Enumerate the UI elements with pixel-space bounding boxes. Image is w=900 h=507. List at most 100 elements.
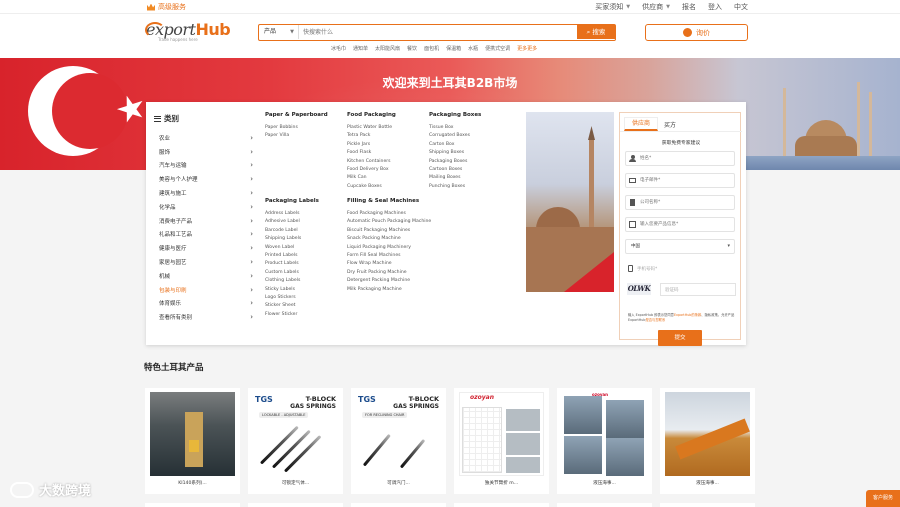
login-link[interactable]: 登入: [708, 2, 722, 12]
submenu-link[interactable]: Liquid Packaging Machinery: [347, 244, 432, 252]
premium-service-link[interactable]: 高级服务: [147, 2, 186, 12]
name-field[interactable]: [625, 151, 735, 166]
company-input[interactable]: [640, 199, 730, 207]
product-card[interactable]: ozoyan 液压海事...: [557, 388, 652, 494]
hot-search-link[interactable]: 通知单: [353, 45, 368, 52]
submenu-link[interactable]: Paper Villa: [265, 132, 345, 140]
submenu-link[interactable]: Dry Fruit Packing Machine: [347, 269, 432, 277]
submenu-link[interactable]: Corrugated Boxes: [429, 132, 509, 140]
submenu-link[interactable]: Mailing Boxes: [429, 174, 509, 182]
product-card[interactable]: TGS T-BLOCK GAS SPRINGS LOCKABLE - ADJUS…: [248, 388, 343, 494]
customer-service-button[interactable]: 客户服务: [866, 490, 900, 507]
product-card[interactable]: ozoyan 独关节臂折 m...: [454, 388, 549, 494]
submenu-link[interactable]: Sticker Sheet: [265, 302, 345, 310]
submenu-link[interactable]: Milk Packaging Machine: [347, 286, 432, 294]
hot-search-link[interactable]: 餐饮: [407, 45, 417, 52]
supplier-menu[interactable]: 供应商 ▼: [642, 2, 670, 12]
phone-field[interactable]: 手机号码*: [628, 265, 657, 272]
submenu-link[interactable]: Detergent Packing Machine: [347, 277, 432, 285]
category-item-beauty[interactable]: 美容与个人护理 ›: [159, 172, 253, 186]
terms-link[interactable]: ExportHub的条款: [674, 313, 701, 317]
submenu-link[interactable]: Food Delivery Box: [347, 166, 432, 174]
hot-search-link[interactable]: 水瓶: [468, 45, 478, 52]
exporthub-logo[interactable]: exportHub Trade happens here: [145, 20, 231, 50]
country-select[interactable]: 中国 ▾: [625, 239, 735, 254]
company-field[interactable]: [625, 195, 735, 210]
hot-search-link[interactable]: 太阳能风扇: [375, 45, 400, 52]
hot-search-link[interactable]: 面包机: [424, 45, 439, 52]
tab-buyer[interactable]: 买方: [664, 120, 676, 129]
category-item-apparel[interactable]: 服饰 ›: [159, 145, 253, 159]
name-input[interactable]: [640, 155, 730, 163]
submenu-heading[interactable]: Filling & Seal Machines: [347, 198, 432, 204]
search-input[interactable]: [303, 26, 573, 38]
submenu-link[interactable]: Tetra Pack: [347, 132, 432, 140]
submenu-link[interactable]: Form Fill Seal Machines: [347, 252, 432, 260]
request-quote-button[interactable]: 询价: [645, 24, 748, 41]
submenu-link[interactable]: Address Labels: [265, 210, 345, 218]
submenu-link[interactable]: Shipping Boxes: [429, 149, 509, 157]
category-item-chemicals[interactable]: 化学品 ›: [159, 200, 253, 214]
product-card[interactable]: KI140系列(...: [145, 388, 240, 494]
submenu-link[interactable]: Tissue Box: [429, 124, 509, 132]
submenu-link[interactable]: Sticky Labels: [265, 286, 345, 294]
category-item-agriculture[interactable]: 农业 ›: [159, 131, 253, 145]
submenu-link[interactable]: Product Labels: [265, 260, 345, 268]
category-item-construction[interactable]: 建筑与施工 ›: [159, 186, 253, 200]
hot-search-link[interactable]: 保温箱: [446, 45, 461, 52]
submenu-link[interactable]: Cupcake Boxes: [347, 183, 432, 191]
submenu-link[interactable]: Packaging Boxes: [429, 158, 509, 166]
submenu-link[interactable]: Printed Labels: [265, 252, 345, 260]
submenu-link[interactable]: Cartoon Boxes: [429, 166, 509, 174]
submenu-link[interactable]: Food Flask: [347, 149, 432, 157]
category-item-sports[interactable]: 体育娱乐 ›: [159, 297, 253, 311]
captcha-image[interactable]: OLWK: [627, 283, 651, 295]
hot-search-link[interactable]: 便携式空调: [485, 45, 510, 52]
submenu-link[interactable]: Kitchen Containers: [347, 158, 432, 166]
submenu-link[interactable]: Custom Labels: [265, 269, 345, 277]
search-button[interactable]: ⌕ 搜索: [577, 25, 615, 39]
captcha-input[interactable]: 验证码: [660, 283, 736, 296]
category-item-automotive[interactable]: 汽车与运输 ›: [159, 159, 253, 173]
submenu-link[interactable]: Punching Boxes: [429, 183, 509, 191]
category-item-packaging[interactable]: 包装与印刷 ›: [159, 283, 253, 297]
submenu-link[interactable]: Snack Packing Machine: [347, 235, 432, 243]
hot-search-link[interactable]: 冰毛巾: [331, 45, 346, 52]
submenu-link[interactable]: Shipping Labels: [265, 235, 345, 243]
submenu-link[interactable]: Flow Wrap Machine: [347, 260, 432, 268]
product-field[interactable]: [625, 217, 735, 232]
submenu-link[interactable]: Barcode Label: [265, 227, 345, 235]
submenu-link[interactable]: Paper Bobbins: [265, 124, 345, 132]
product-input[interactable]: [640, 221, 730, 229]
submenu-link[interactable]: Logo Stickers: [265, 294, 345, 302]
category-item-electronics[interactable]: 消费电子产品 ›: [159, 214, 253, 228]
register-link[interactable]: 报名: [682, 2, 696, 12]
submenu-heading[interactable]: Packaging Boxes: [429, 112, 509, 118]
submenu-link[interactable]: Carton Box: [429, 141, 509, 149]
submenu-heading[interactable]: Paper & Paperboard: [265, 112, 345, 118]
email-field[interactable]: [625, 173, 735, 188]
submenu-heading[interactable]: Food Packaging: [347, 112, 432, 118]
submenu-link[interactable]: Milk Can: [347, 174, 432, 182]
submenu-link[interactable]: Food Packaging Machines: [347, 210, 432, 218]
submenu-link[interactable]: Clothing Labels: [265, 277, 345, 285]
submenu-link[interactable]: Adhesive Label: [265, 218, 345, 226]
submenu-link[interactable]: Biscuit Packaging Machines: [347, 227, 432, 235]
language-link[interactable]: 中文: [734, 2, 748, 12]
product-card[interactable]: 液压海事...: [660, 388, 755, 494]
submenu-link[interactable]: Pickle Jars: [347, 141, 432, 149]
category-item-view-all[interactable]: 查看所有类别 ›: [159, 310, 253, 324]
submenu-link[interactable]: Automatic Pouch Packaging Machine: [347, 218, 432, 226]
contact-link[interactable]: 是否与您联系: [645, 318, 665, 322]
submenu-link[interactable]: Plastic Water Bottle: [347, 124, 432, 132]
submenu-heading[interactable]: Packaging Labels: [265, 198, 345, 204]
more-searches-link[interactable]: 更多更多: [517, 45, 537, 52]
submit-button[interactable]: 提交: [658, 330, 702, 346]
category-item-machinery[interactable]: 机械 ›: [159, 269, 253, 283]
buyer-notice-menu[interactable]: 买家须知 ▼: [595, 2, 630, 12]
email-input[interactable]: [640, 177, 730, 185]
product-card[interactable]: TGS T-BLOCK GAS SPRINGS FOR RECLINING CH…: [351, 388, 446, 494]
category-item-health[interactable]: 健康与医疗 ›: [159, 241, 253, 255]
tab-supplier[interactable]: 供应商: [624, 117, 658, 131]
search-category-select[interactable]: 产品 ▼: [259, 25, 299, 39]
